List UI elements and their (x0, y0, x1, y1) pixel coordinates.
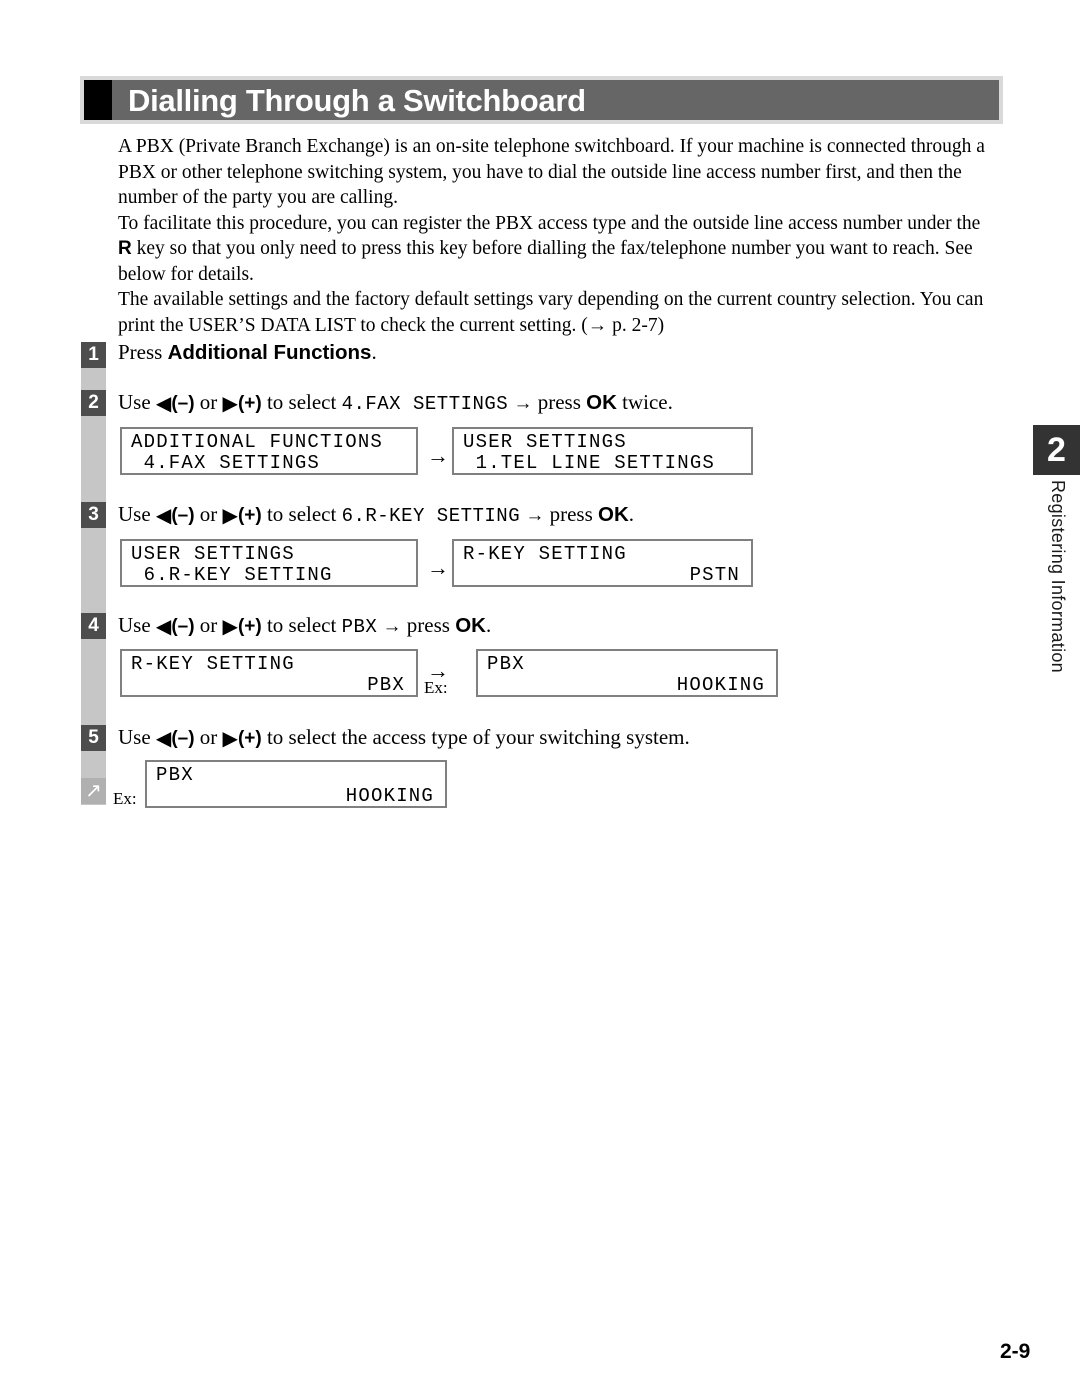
example-label-step5: Ex: (113, 789, 137, 808)
lcd-line-1: PBX (487, 653, 525, 675)
right-arrow-icon: ▶ (222, 728, 238, 750)
minus-label: (–) (171, 728, 195, 749)
lcd-step3-left: USER SETTINGS 6.R-KEY SETTING (120, 539, 418, 587)
step-4-menu-value: PBX (341, 616, 378, 638)
step-1-after: . (371, 340, 377, 364)
lcd-line-1: USER SETTINGS (463, 431, 627, 453)
lcd-line-1: ADDITIONAL FUNCTIONS (131, 431, 384, 453)
intro-section: A PBX (Private Branch Exchange) is an on… (118, 134, 998, 338)
step-5-or: or (199, 725, 218, 749)
r-key-label: R (118, 238, 132, 259)
ok-key: OK (586, 391, 617, 414)
step-2-text: Use ◀(–) or ▶(+) to select 4.FAX SETTING… (118, 389, 673, 417)
minus-label: (–) (171, 616, 195, 637)
step-1-text: Press Additional Functions. (118, 339, 377, 366)
step-4-or: or (199, 613, 218, 637)
lcd-line-2: 4.FAX SETTINGS (131, 452, 321, 474)
right-arrow-icon: ▶ (222, 393, 238, 415)
chapter-tab-number: 2 (1033, 425, 1080, 475)
minus-label: (–) (171, 505, 195, 526)
step-4-press: press (406, 613, 450, 637)
example-label-step4: Ex: (424, 678, 448, 697)
step-2-or: or (199, 390, 218, 414)
step-4-use: Use (118, 613, 151, 637)
lcd-line-1: USER SETTINGS (131, 543, 295, 565)
lcd-transition-arrow-step3: → (427, 555, 449, 580)
minus-label: (–) (171, 393, 195, 414)
intro-paragraph-2: To facilitate this procedure, you can re… (118, 211, 998, 288)
plus-label: (+) (237, 616, 262, 637)
step-marker-1: 1 (81, 342, 106, 368)
lcd-step4-left: R-KEY SETTING PBX (120, 649, 418, 697)
plus-label: (+) (237, 393, 262, 414)
lcd-line-1: PBX (156, 764, 194, 786)
step-2-after: twice. (622, 390, 673, 414)
lcd-transition-arrow-step2: → (427, 443, 449, 468)
lcd-line-2-right: PSTN (689, 564, 740, 586)
lcd-line-2: 6.R-KEY SETTING (131, 564, 333, 586)
step-3-arrow-icon: → (525, 505, 545, 526)
step-4-to-select: to select (266, 613, 337, 637)
step-marker-4: 4 (81, 613, 106, 639)
header-bar: Dialling Through a Switchboard (112, 80, 999, 120)
step-3-to-select: to select (266, 502, 337, 526)
step-2-press: press (537, 390, 581, 414)
step-3-text: Use ◀(–) or ▶(+) to select 6.R-KEY SETTI… (118, 501, 634, 529)
step-2-to-select: to select (266, 390, 337, 414)
page-header: Dialling Through a Switchboard (80, 76, 1003, 124)
left-arrow-icon: ◀ (155, 728, 172, 750)
step-marker-3: 3 (81, 502, 106, 528)
step-4-text: Use ◀(–) or ▶(+) to select PBX → press O… (118, 612, 491, 640)
header-black-block (84, 80, 112, 120)
lcd-step5-box: PBX HOOKING (145, 760, 447, 808)
lcd-line-2: 1.TEL LINE SETTINGS (463, 452, 716, 474)
page-title: Dialling Through a Switchboard (128, 82, 586, 118)
step-5-tail: to select the access type of your switch… (266, 725, 690, 749)
plus-label: (+) (237, 505, 262, 526)
left-arrow-icon: ◀ (155, 616, 172, 638)
step-2-arrow-icon: → (513, 393, 533, 414)
right-arrow-icon: ▶ (222, 616, 238, 638)
intro-p2-before: To facilitate this procedure, you can re… (118, 212, 981, 234)
continuation-arrow-icon: ↗ (81, 778, 106, 804)
step-marker-5: 5 (81, 725, 106, 751)
lcd-line-2-right: HOOKING (345, 785, 434, 807)
page-number: 2-9 (1000, 1340, 1031, 1363)
step-4-arrow-icon: → (382, 616, 402, 637)
step-3-menu-value: 6.R-KEY SETTING (341, 505, 521, 527)
step-5-text: Use ◀(–) or ▶(+) to select the access ty… (118, 724, 690, 752)
lcd-line-2-right: PBX (367, 674, 405, 696)
lcd-line-1: R-KEY SETTING (463, 543, 627, 565)
step-1-before: Press (118, 340, 168, 364)
right-arrow-icon: ▶ (222, 505, 238, 527)
intro-p2-after: key so that you only need to press this … (118, 238, 973, 285)
lcd-line-2-right: HOOKING (676, 674, 765, 696)
lcd-step3-right: R-KEY SETTING PSTN (452, 539, 753, 587)
ok-key: OK (598, 503, 629, 526)
left-arrow-icon: ◀ (155, 505, 172, 527)
ok-key: OK (455, 614, 486, 637)
step-4-after: . (485, 613, 492, 637)
intro-paragraph-3: The available settings and the factory d… (118, 289, 984, 336)
step-3-after: . (628, 502, 635, 526)
chapter-tab-label: Registering Information (1048, 480, 1068, 673)
step-3-use: Use (118, 502, 151, 526)
lcd-step2-left: ADDITIONAL FUNCTIONS 4.FAX SETTINGS (120, 427, 418, 475)
left-arrow-icon: ◀ (155, 393, 172, 415)
plus-label: (+) (237, 728, 262, 749)
step-3-press: press (549, 502, 593, 526)
lcd-step4-right: PBX HOOKING (476, 649, 778, 697)
step-marker-2: 2 (81, 390, 106, 416)
intro-paragraph-1: A PBX (Private Branch Exchange) is an on… (118, 136, 985, 208)
step-2-menu-value: 4.FAX SETTINGS (341, 393, 509, 415)
lcd-step2-right: USER SETTINGS 1.TEL LINE SETTINGS (452, 427, 753, 475)
lcd-line-1: R-KEY SETTING (131, 653, 295, 675)
step-2-use: Use (118, 390, 151, 414)
step-5-use: Use (118, 725, 151, 749)
additional-functions-key: Additional Functions (167, 341, 372, 364)
step-3-or: or (199, 502, 218, 526)
